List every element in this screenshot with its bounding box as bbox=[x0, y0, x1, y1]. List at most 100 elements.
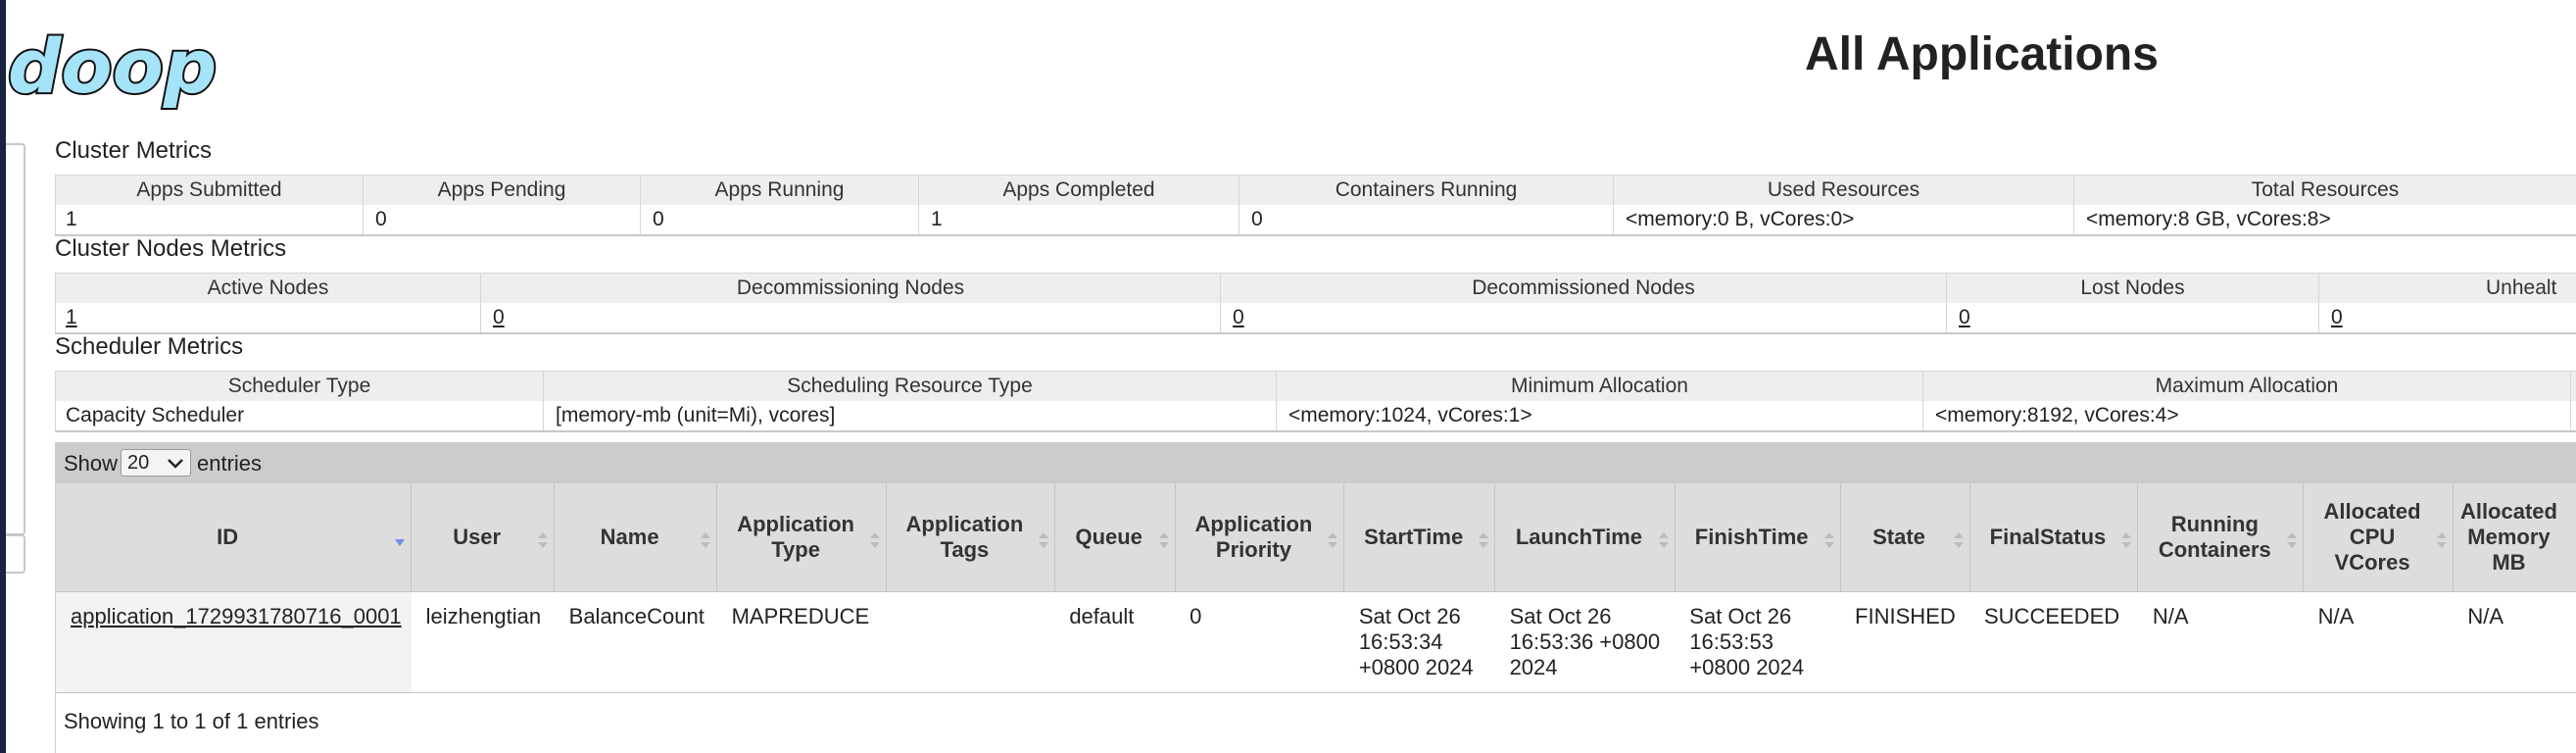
start-time-line-3: +0800 2024 bbox=[1358, 655, 1474, 679]
decommissioning-nodes-cell: 0 bbox=[480, 303, 1221, 334]
col-decommissioning-nodes: Decommissioning Nodes bbox=[480, 273, 1221, 303]
applications-table: ID User Name Application Type Application… bbox=[56, 483, 2576, 693]
col-application-tags[interactable]: Application Tags bbox=[886, 483, 1055, 592]
start-time-line-2: 16:53:34 bbox=[1358, 629, 1443, 654]
scheduler-type-value: Capacity Scheduler bbox=[55, 401, 544, 432]
sidebar-fragment-lower bbox=[6, 534, 25, 574]
col-allocated-memory-mb[interactable]: Allocated Memory MB bbox=[2453, 483, 2576, 592]
applications-panel: Show 20 entries ID User Name Application… bbox=[55, 442, 2576, 753]
apps-pending-value: 0 bbox=[363, 205, 641, 236]
apps-completed-value: 1 bbox=[918, 205, 1239, 236]
finish-time-line-3: +0800 2024 bbox=[1689, 655, 1805, 679]
entries-label: entries bbox=[197, 451, 263, 476]
col-finish-time[interactable]: FinishTime bbox=[1675, 483, 1841, 592]
unhealthy-nodes-cell: 0 bbox=[2318, 303, 2576, 334]
col-alloc-cpu-label-2: CPU bbox=[2349, 525, 2396, 549]
sort-icon bbox=[1328, 532, 1338, 548]
extra-value bbox=[2570, 401, 2576, 432]
launch-time-line-1: Sat Oct 26 bbox=[1509, 604, 1612, 628]
scheduler-metrics-title: Scheduler Metrics bbox=[55, 333, 244, 360]
col-application-type[interactable]: Application Type bbox=[716, 483, 888, 592]
nodes-metrics-header-row: Active Nodes Decommissioning Nodes Decom… bbox=[55, 273, 2576, 303]
sort-icon bbox=[701, 532, 711, 548]
table-info-text: Showing 1 to 1 of 1 entries bbox=[64, 709, 319, 733]
lost-nodes-link[interactable]: 0 bbox=[1959, 306, 1970, 328]
app-id-link[interactable]: application_1729931780716_0001 bbox=[71, 604, 402, 628]
col-final-status[interactable]: FinalStatus bbox=[1969, 483, 2139, 592]
app-queue: default bbox=[1054, 591, 1176, 693]
scheduler-metrics-table: Scheduler Type Scheduling Resource Type … bbox=[55, 371, 2576, 432]
col-application-type-label-2: Type bbox=[771, 537, 820, 562]
cluster-nodes-metrics-title: Cluster Nodes Metrics bbox=[55, 235, 287, 262]
scheduling-resource-type-value: [memory-mb (unit=Mi), vcores] bbox=[543, 401, 1277, 432]
col-alloc-mem-label-1: Allocated bbox=[2459, 499, 2557, 524]
col-active-nodes: Active Nodes bbox=[55, 273, 481, 303]
scheduler-value-row: Capacity Scheduler [memory-mb (unit=Mi),… bbox=[55, 401, 2576, 432]
col-launch-time[interactable]: LaunchTime bbox=[1494, 483, 1676, 592]
sort-icon bbox=[1658, 532, 1669, 548]
finish-time-line-1: Sat Oct 26 bbox=[1689, 604, 1792, 628]
col-used-resources: Used Resources bbox=[1613, 175, 2074, 205]
cluster-metrics-header-row: Apps Submitted Apps Pending Apps Running… bbox=[55, 175, 2576, 205]
sort-icon bbox=[870, 532, 881, 548]
sort-icon bbox=[1038, 532, 1048, 548]
app-tags bbox=[886, 591, 1055, 693]
unhealthy-nodes-link[interactable]: 0 bbox=[2331, 306, 2343, 328]
col-allocated-cpu-vcores[interactable]: Allocated CPU VCores bbox=[2303, 483, 2454, 592]
col-state[interactable]: State bbox=[1840, 483, 1970, 592]
col-queue[interactable]: Queue bbox=[1054, 483, 1176, 592]
app-name: BalanceCount bbox=[554, 591, 717, 693]
sort-icon bbox=[2121, 532, 2132, 548]
col-user[interactable]: User bbox=[411, 483, 556, 592]
decommissioned-nodes-link[interactable]: 0 bbox=[1233, 306, 1244, 328]
start-time-line-1: Sat Oct 26 bbox=[1358, 604, 1461, 628]
hadoop-logo: doop bbox=[6, 21, 217, 110]
sort-icon bbox=[2287, 532, 2298, 548]
active-nodes-link[interactable]: 1 bbox=[66, 306, 77, 328]
col-running-containers-label-2: Containers bbox=[2158, 537, 2271, 562]
maximum-allocation-value: <memory:8192, vCores:4> bbox=[1922, 401, 2571, 432]
app-type: MAPREDUCE bbox=[716, 591, 887, 693]
col-id[interactable]: ID bbox=[56, 483, 413, 592]
cluster-nodes-metrics-table: Active Nodes Decommissioning Nodes Decom… bbox=[55, 273, 2576, 334]
app-running-containers: N/A bbox=[2137, 591, 2304, 693]
col-alloc-cpu-label-1: Allocated bbox=[2323, 499, 2421, 524]
col-id-label: ID bbox=[217, 525, 239, 549]
col-application-priority-label-2: Priority bbox=[1215, 537, 1291, 562]
col-apps-pending: Apps Pending bbox=[363, 175, 641, 205]
sort-icon bbox=[1953, 532, 1964, 548]
col-queue-label: Queue bbox=[1075, 525, 1142, 549]
col-start-time-label: StartTime bbox=[1364, 525, 1464, 549]
show-label: Show bbox=[64, 451, 119, 476]
col-start-time[interactable]: StartTime bbox=[1343, 483, 1496, 592]
app-priority: 0 bbox=[1175, 591, 1344, 693]
chevron-down-icon bbox=[168, 459, 183, 469]
col-application-tags-label-2: Tags bbox=[940, 537, 990, 562]
launch-time-line-2: 16:53:36 +0800 bbox=[1509, 629, 1661, 654]
col-launch-time-label: LaunchTime bbox=[1515, 525, 1643, 549]
cluster-metrics-title: Cluster Metrics bbox=[55, 137, 213, 164]
nodes-metrics-value-row: 1 0 0 0 0 bbox=[55, 303, 2576, 334]
col-application-priority-label-1: Application bbox=[1194, 512, 1313, 536]
finish-time-line-2: 16:53:53 bbox=[1689, 629, 1774, 654]
sort-icon bbox=[1158, 532, 1169, 548]
decommissioned-nodes-cell: 0 bbox=[1220, 303, 1947, 334]
app-allocated-cpu: N/A bbox=[2303, 591, 2454, 693]
used-resources-value: <memory:0 B, vCores:0> bbox=[1613, 205, 2074, 236]
col-extra bbox=[2570, 371, 2576, 401]
col-application-priority[interactable]: Application Priority bbox=[1175, 483, 1345, 592]
col-apps-submitted: Apps Submitted bbox=[55, 175, 364, 205]
apps-submitted-value: 1 bbox=[55, 205, 364, 236]
col-alloc-cpu-label-3: VCores bbox=[2334, 550, 2410, 575]
col-name[interactable]: Name bbox=[554, 483, 718, 592]
col-containers-running: Containers Running bbox=[1239, 175, 1614, 205]
col-running-containers-label-1: Running bbox=[2170, 512, 2259, 536]
decommissioning-nodes-link[interactable]: 0 bbox=[493, 306, 505, 328]
col-final-status-label: FinalStatus bbox=[1989, 525, 2107, 549]
sort-icon bbox=[1479, 532, 1489, 548]
entries-per-page-select[interactable]: 20 bbox=[121, 449, 191, 477]
app-start-time: Sat Oct 26 16:53:34 +0800 2024 bbox=[1343, 591, 1495, 693]
col-finish-time-label: FinishTime bbox=[1694, 525, 1809, 549]
app-final-status: SUCCEEDED bbox=[1969, 591, 2138, 693]
col-running-containers[interactable]: Running Containers bbox=[2137, 483, 2305, 592]
